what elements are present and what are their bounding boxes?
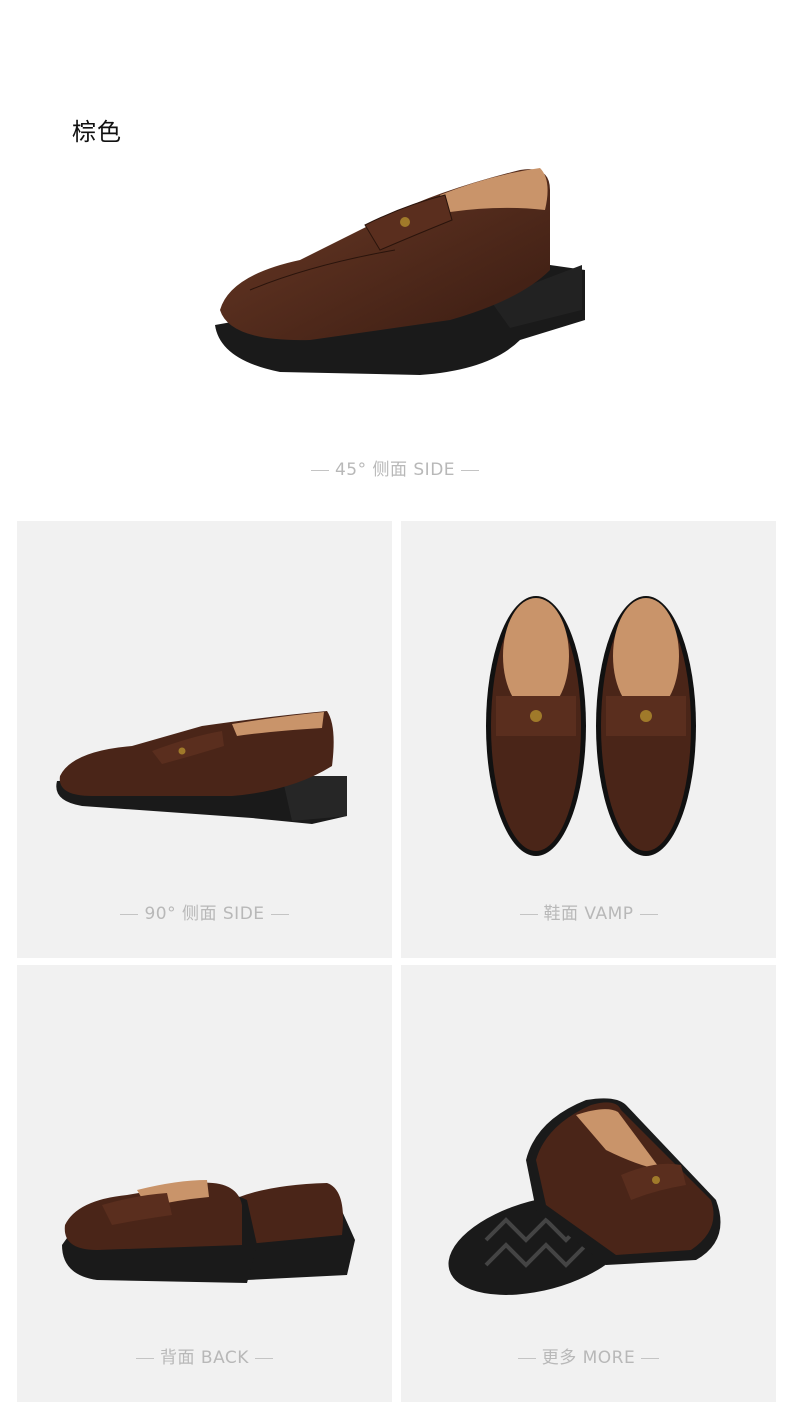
caption-dash-left <box>120 913 139 915</box>
caption-dash-left <box>310 469 329 471</box>
more-caption: 更多 MORE <box>401 1343 776 1368</box>
hero-caption: 45° 侧面 SIDE <box>0 455 790 480</box>
caption-dash-left <box>136 1357 155 1359</box>
panel-vamp: 鞋面 VAMP <box>401 521 776 958</box>
caption-dash-right <box>639 913 658 915</box>
caption-dash-left <box>517 1357 536 1359</box>
panel-more: 更多 MORE <box>401 965 776 1402</box>
caption-dash-right <box>254 1357 273 1359</box>
side90-caption: 90° 侧面 SIDE <box>17 899 392 924</box>
vamp-shoes-image <box>486 596 696 856</box>
caption-dash-right <box>461 469 480 471</box>
panel-side90: 90° 侧面 SIDE <box>17 521 392 958</box>
caption-dash-left <box>519 913 538 915</box>
back-caption: 背面 BACK <box>17 1343 392 1368</box>
caption-dash-right <box>641 1357 660 1359</box>
more-shoes-image <box>448 1098 721 1295</box>
panel-back: 背面 BACK <box>17 965 392 1402</box>
back-shoes-image <box>62 1180 355 1283</box>
hero-shoe-image <box>215 168 585 375</box>
color-title: 棕色 <box>72 118 122 146</box>
side90-shoe-image <box>56 711 348 824</box>
caption-dash-right <box>270 913 289 915</box>
vamp-caption: 鞋面 VAMP <box>401 899 776 924</box>
